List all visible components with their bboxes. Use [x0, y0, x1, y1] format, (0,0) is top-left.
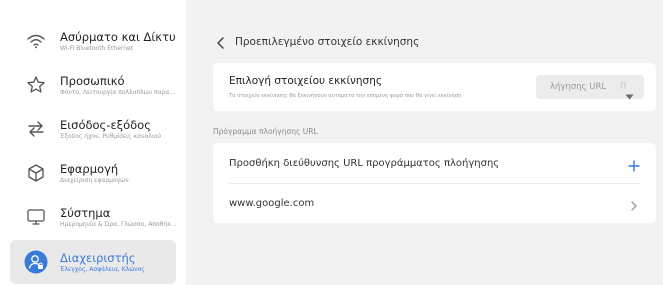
sidebar-item-input-output[interactable]: Εισόδος-εξόδος Έξοδος ήχου, Ρυθμίσεις κα… — [10, 107, 176, 151]
chevron-left-icon[interactable] — [215, 35, 227, 49]
sidebar-item-subtitle: Wi-Fi Bluetooth Ethernet — [60, 44, 134, 52]
section-label: Πρόγραμμα πλοήγησης URL — [213, 127, 318, 136]
sidebar-item-title: Εισόδος-εξόδος — [60, 117, 151, 132]
sidebar-item-subtitle: Έξοδος ήχου, Ρυθμίσεις καναλιού — [60, 132, 162, 140]
cube-icon — [22, 159, 50, 187]
boot-item-card: Επιλογή στοιχείου εκκίνησης Τα στοιχεία … — [213, 63, 656, 111]
sidebar-item-subtitle: Φόντο, Λειτουργία πολλαπλών παρα... — [60, 88, 176, 96]
admin-user-icon — [22, 248, 50, 276]
url-label: www.google.com — [229, 197, 315, 209]
sidebar: Ασύρματο και Δίκτυο Wi-Fi Bluetooth Ethe… — [0, 0, 186, 285]
main-content: Προεπιλεγμένο στοιχείο εκκίνησης Επιλογή… — [200, 0, 663, 285]
sidebar-item-wireless-network[interactable]: Ασύρματο και Δίκτυο Wi-Fi Bluetooth Ethe… — [10, 19, 176, 63]
sidebar-item-title: Εφαρμογή — [60, 161, 119, 176]
boot-item-title: Επιλογή στοιχείου εκκίνησης — [229, 75, 383, 87]
sidebar-item-application[interactable]: Εφαρμογή Διαχείριση εφαρμογών — [10, 151, 176, 195]
swap-arrows-icon — [22, 115, 50, 143]
page-title: Προεπιλεγμένο στοιχείο εκκίνησης — [235, 36, 420, 48]
boot-item-select[interactable]: λήγησης URL Π — [536, 75, 644, 100]
sidebar-item-personal[interactable]: Προσωπικό Φόντο, Λειτουργία πολλαπλών πα… — [10, 63, 176, 107]
monitor-icon — [22, 203, 50, 231]
boot-item-description: Τα στοιχεία εκκίνησης θα ξεκινήσουν αυτό… — [229, 93, 462, 99]
sidebar-item-title: Σύστημα — [60, 205, 111, 220]
add-url-label: Προσθήκη διεύθυνσης URL προγράμματος πλο… — [229, 157, 500, 169]
sidebar-item-title: Ασύρματο και Δίκτυο — [60, 29, 176, 44]
sidebar-item-subtitle: Ημερομηνία & Ώρα, Γλώσσα, Αποθήκ... — [60, 220, 176, 228]
wifi-icon — [22, 27, 50, 55]
add-url-row[interactable]: Προσθήκη διεύθυνσης URL προγράμματος πλο… — [229, 143, 640, 183]
url-list-item[interactable]: www.google.com — [229, 183, 640, 223]
star-icon — [22, 71, 50, 99]
caret-down-icon — [625, 85, 634, 104]
chevron-right-icon — [628, 197, 640, 211]
sidebar-item-subtitle: Έλεγχος, Ασφάλεια, Κλώνος — [60, 265, 145, 273]
select-value: λήγησης URL — [550, 82, 607, 92]
page-header: Προεπιλεγμένο στοιχείο εκκίνησης — [215, 32, 419, 52]
sidebar-item-subtitle: Διαχείριση εφαρμογών — [60, 176, 129, 184]
sidebar-item-system[interactable]: Σύστημα Ημερομηνία & Ώρα, Γλώσσα, Αποθήκ… — [10, 195, 176, 239]
plus-icon[interactable] — [628, 157, 640, 172]
browser-url-list: Προσθήκη διεύθυνσης URL προγράμματος πλο… — [213, 143, 656, 223]
sidebar-item-administrator[interactable]: Διαχειριστής Έλεγχος, Ασφάλεια, Κλώνος — [10, 240, 176, 284]
sidebar-item-title: Προσωπικό — [60, 73, 125, 88]
sidebar-item-title: Διαχειριστής — [60, 250, 136, 265]
